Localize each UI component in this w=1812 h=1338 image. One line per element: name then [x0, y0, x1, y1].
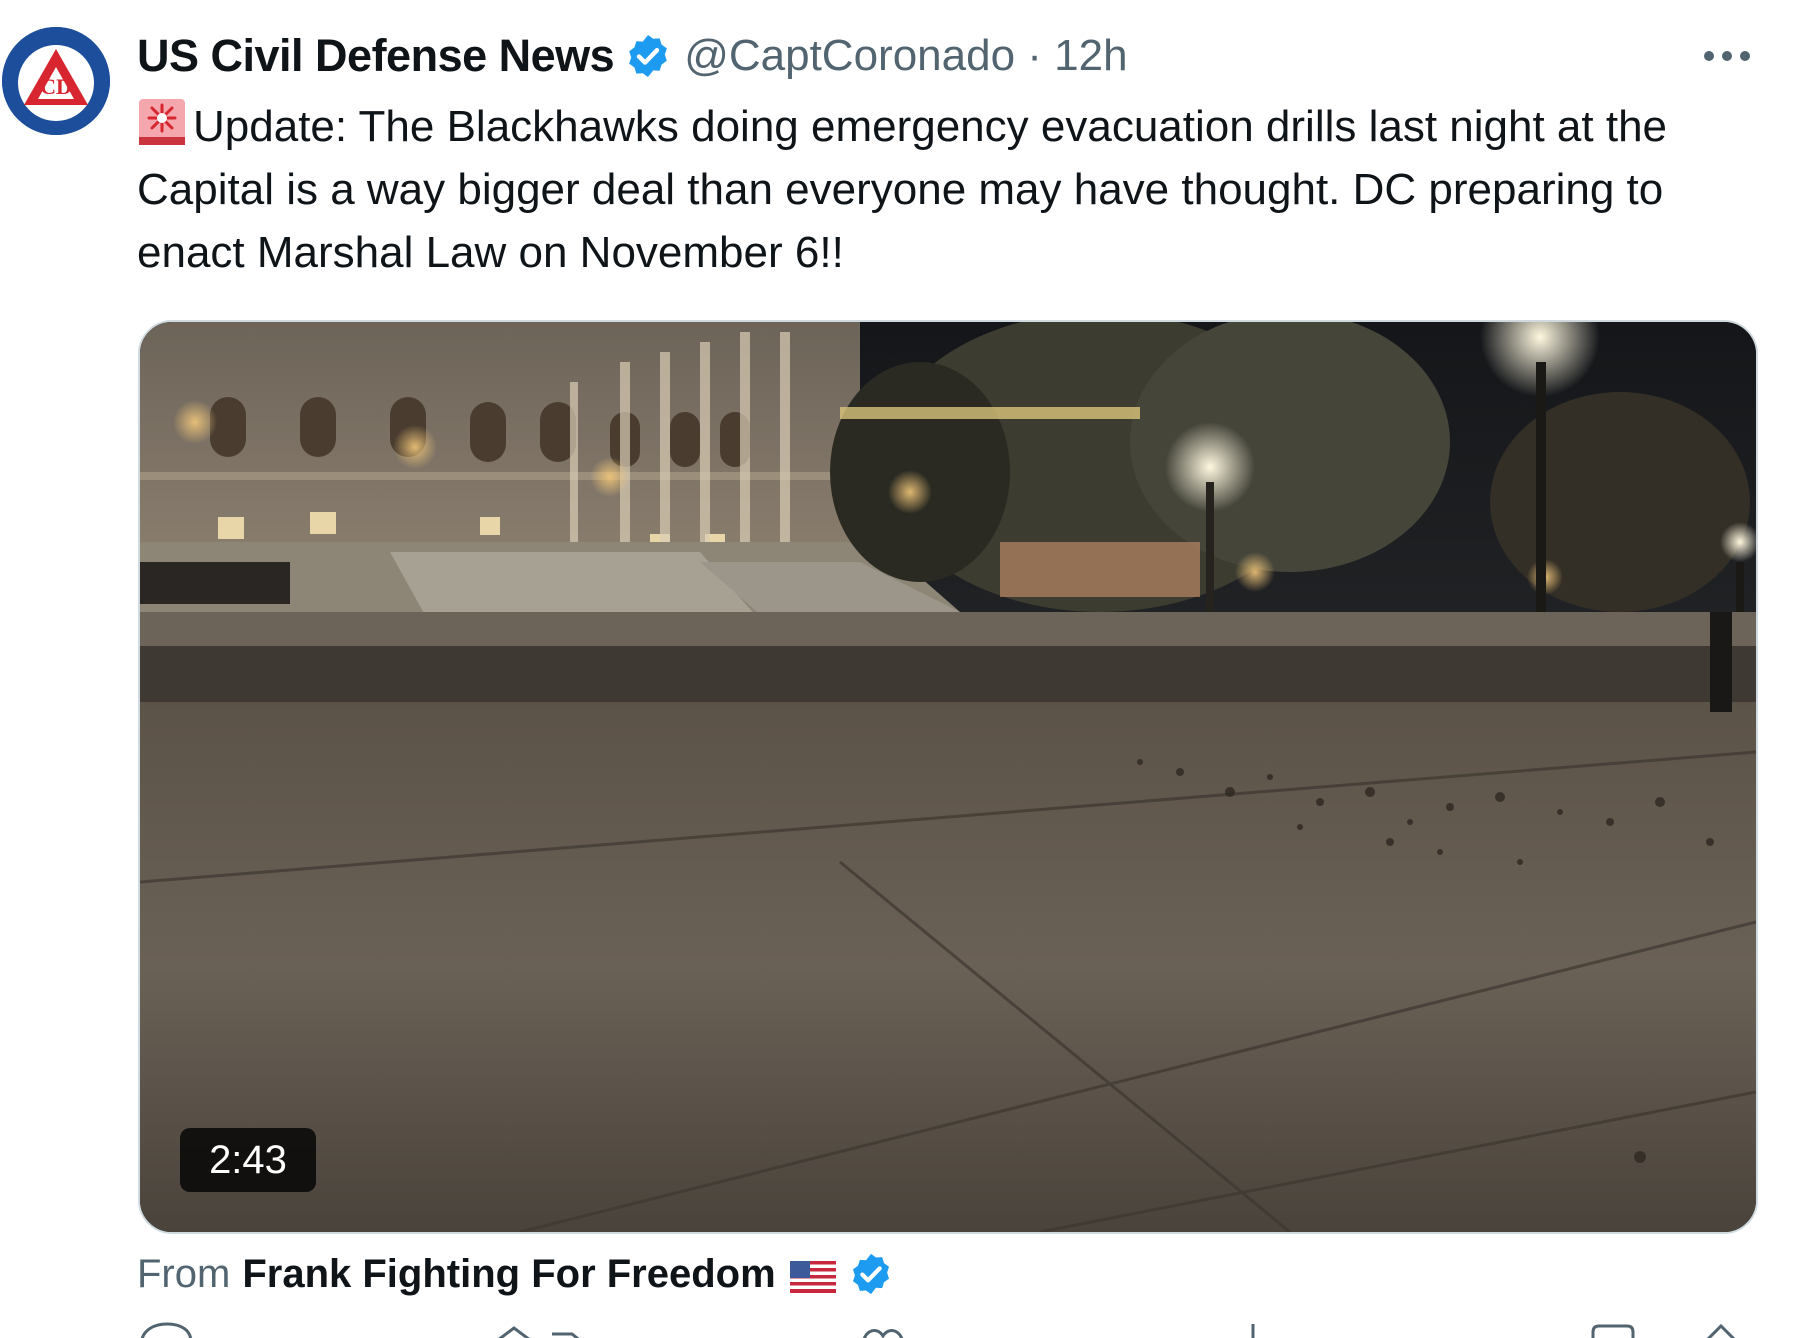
display-name[interactable]: US Civil Defense News: [137, 30, 615, 82]
share-icon[interactable]: [1687, 1320, 1757, 1338]
from-label: From: [137, 1251, 231, 1296]
verified-badge-icon[interactable]: [624, 32, 672, 80]
separator: ·: [1015, 31, 1055, 80]
more-options-icon[interactable]: [1694, 30, 1760, 82]
bookmark-icon[interactable]: [1587, 1320, 1657, 1338]
video-source[interactable]: From Frank Fighting For Freedom: [137, 1246, 894, 1302]
handle-text[interactable]: @CaptCoronado: [684, 31, 1015, 80]
action-bar: [137, 1320, 1757, 1338]
views-icon[interactable]: [1237, 1320, 1347, 1338]
source-name[interactable]: Frank Fighting For Freedom: [242, 1252, 775, 1297]
video-thumbnail[interactable]: 2:43: [138, 320, 1758, 1234]
civil-defense-logo-icon: CD: [2, 27, 110, 135]
video-scene: [140, 322, 1756, 1232]
handle[interactable]: @CaptCoronado · 12h: [684, 31, 1127, 81]
like-icon[interactable]: [857, 1320, 967, 1338]
tweet-text: Update: The Blackhawks doing emergency e…: [137, 95, 1757, 284]
siren-icon: [137, 97, 187, 147]
timestamp[interactable]: 12h: [1054, 31, 1127, 80]
verified-badge-icon[interactable]: [848, 1251, 894, 1297]
reply-icon[interactable]: [137, 1320, 197, 1338]
us-flag-icon: [789, 1258, 836, 1293]
avatar[interactable]: CD: [2, 27, 110, 135]
tweet-header: US Civil Defense News @CaptCoronado · 12…: [137, 28, 1128, 84]
svg-text:CD: CD: [40, 74, 72, 99]
video-duration: 2:43: [180, 1128, 316, 1192]
repost-icon[interactable]: [492, 1320, 602, 1338]
tweet-body: Update: The Blackhawks doing emergency e…: [137, 102, 1668, 277]
